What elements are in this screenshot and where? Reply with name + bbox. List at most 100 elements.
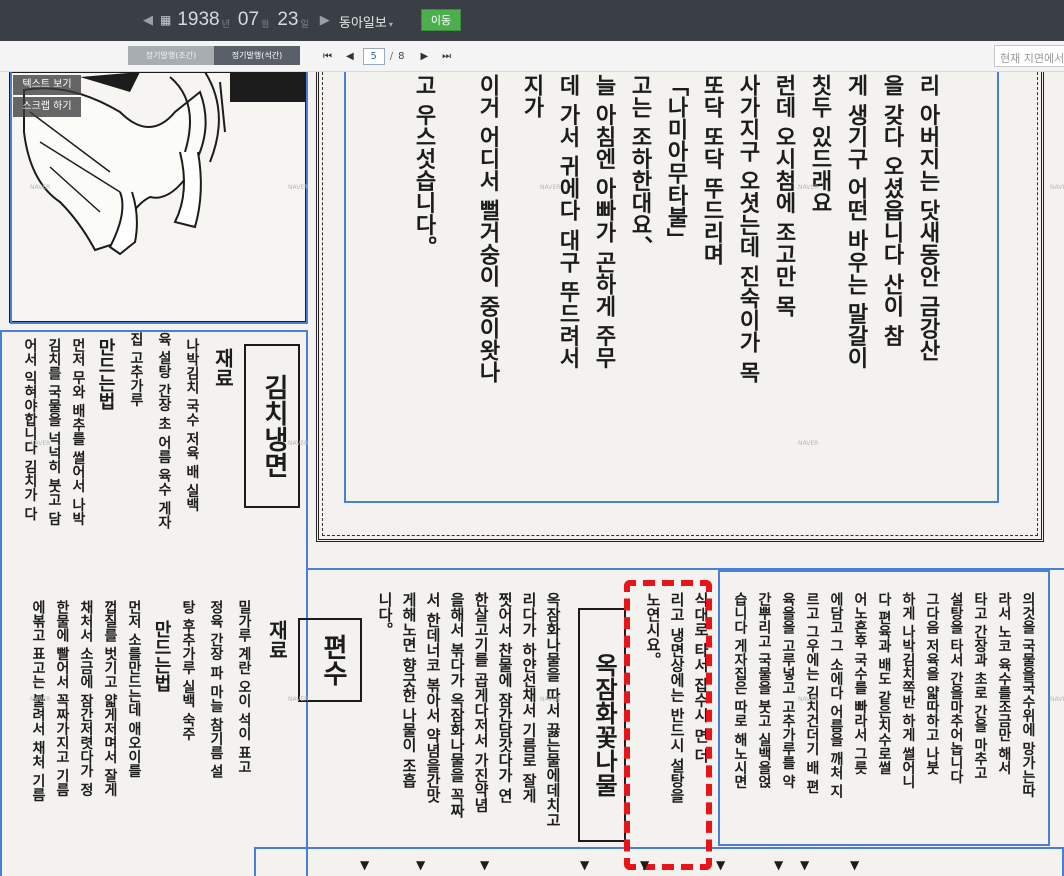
date-selector: ◀ ▦ 1938 년 07 월 23 일 ▶: [140, 6, 333, 34]
pyeonsu-article-column: 한물에 빨어서 꼭짜가지고 기름: [54, 600, 70, 797]
article-top-column: 늘 아침엔 아빠가 곤하게 주무: [591, 74, 617, 369]
triangle-marker-icon: ▼: [800, 858, 810, 872]
naver-watermark: NAVER: [1050, 184, 1064, 191]
naver-watermark: NAVER: [30, 440, 51, 447]
total-pages: 8: [398, 51, 405, 62]
naver-watermark: NAVER: [288, 440, 309, 447]
day-value[interactable]: 23: [277, 9, 298, 31]
okjam-article-column: 을해서 볶다가 옥잠화나물을 꼭짜: [448, 592, 466, 818]
month-value[interactable]: 07: [238, 9, 259, 31]
right-article-column: 의것을 국물을국수위에 망가는따: [1020, 592, 1036, 798]
okjam-article-column: 옥잠화나물을 따서 끓는물에데치고: [544, 592, 562, 828]
right-article-column: 설탕을 타서 간을마추어놉니다: [948, 592, 964, 784]
right-article-column: 육을을 고루넣고 고추가루를 약: [780, 592, 796, 789]
pyeonsu-article-column: 밀가루 계란 오이 석이 표고: [236, 600, 252, 774]
newspaper-select[interactable]: 동아일보 ▾: [339, 12, 393, 31]
article-top-column: 고는 조하한대요、: [627, 74, 653, 258]
right-article-column: 습니다 게자집은 따로 해노시면: [732, 592, 748, 789]
naver-watermark: NAVER: [540, 696, 561, 703]
okjam-article-column: 한살고기를 곱게다저서 가진약념: [472, 592, 490, 813]
naver-watermark: NAVER: [1050, 696, 1064, 703]
kimchi-article-title: 김치냉면: [244, 344, 300, 508]
right-article-column: 간뿌리고 국물을 붓고 실백을얹: [756, 592, 772, 789]
kimchi-method-heading: 만드는법: [95, 338, 116, 410]
day-unit: 일: [300, 19, 309, 30]
triangle-marker-icon: ▼: [360, 858, 370, 872]
tab-morning-edition[interactable]: 정기발행(조간): [128, 46, 214, 65]
naver-watermark: NAVER: [540, 184, 561, 191]
right-article-column: 그다음 저육을 얇따하고 나붓: [924, 592, 940, 775]
first-page-icon[interactable]: ⏮: [323, 51, 332, 62]
prev-date-icon[interactable]: ◀: [140, 13, 156, 28]
kimchi-article-column: 나박김치 국수 저육 배 실백: [184, 338, 200, 512]
search-highlight-region[interactable]: [624, 580, 712, 870]
naver-watermark: NAVER: [798, 440, 819, 447]
next-date-icon[interactable]: ▶: [317, 13, 333, 28]
month-unit: 월: [261, 19, 270, 30]
naver-watermark: NAVER: [798, 184, 819, 191]
kimchi-article-column: 먼저 무와 배추를 썰어서 나박: [70, 338, 86, 526]
pyeonsu-method-heading: 만드는법: [151, 620, 172, 692]
page-separator: /: [389, 51, 394, 62]
naver-watermark: NAVER: [30, 696, 51, 703]
okjam-article-title: 옥잠화꽃나물: [578, 608, 626, 842]
pyeonsu-article-column: 껍질를 벗기고 얇게저며서 잘게: [102, 600, 118, 797]
page-navigator: ⏮ ◀ 5 / 8 ▶ ⏭: [316, 47, 458, 66]
article-top-column: 고 우스섯습니다。: [411, 74, 437, 258]
right-article-column: 어노흔후 국수를 빠라서 그릇: [852, 592, 868, 775]
article-top-column: 을 갖다 오셨읍니다 산이 참: [879, 74, 905, 347]
right-article-column: 르고 그우에는 김치건더기 배 편: [804, 592, 820, 794]
kimchi-article-column: 집 고추가루: [128, 332, 144, 407]
article-top-column: 「나미아무타불」: [663, 74, 689, 250]
kimchi-article-column: 김치를 국물을 넉넉히 붓고 담: [46, 338, 62, 526]
article-top-column: 사가지구 오셧는데 진숙이가 목: [735, 74, 761, 383]
top-bar: ◀ ▦ 1938 년 07 월 23 일 ▶ 동아일보 ▾ 이동: [0, 0, 1064, 41]
year-value[interactable]: 1938: [177, 9, 219, 31]
pyeonsu-article-column: 채처서 소금에 잠간저렷다가 정: [78, 600, 94, 797]
right-article-column: 다 편육과 배도 같은치수로썰: [876, 592, 892, 775]
kimchi-article-column: 육 설탕 간장 초 어름 육수 게자: [156, 332, 172, 530]
year-unit: 년: [221, 19, 230, 30]
right-article-column: 타고 간장과 초로 간을 마추고: [972, 592, 988, 780]
okjam-article-column: 서 한데너코 볶아서 약념을간맛: [424, 592, 442, 803]
article-top-column: 리 아버지는 닷새동안 금강산: [915, 74, 941, 361]
prev-page-icon[interactable]: ◀: [346, 51, 354, 62]
pyeonsu-article-column: 탕 후추가루 실백 숙주: [180, 600, 196, 741]
pyeonsu-article-column: 정육 간장 파 마늘 참기름 설: [208, 600, 224, 779]
current-page-input[interactable]: 5: [362, 48, 385, 65]
kimchi-ingredients-heading: 재료: [211, 348, 235, 388]
kimchi-article-column: 어서 익혀야합니다 김치가 다: [22, 338, 38, 521]
right-article-column: 라서 노코 육수를조금만 해서: [996, 592, 1012, 775]
triangle-marker-icon: ▼: [580, 858, 590, 872]
last-page-icon[interactable]: ⏭: [442, 51, 451, 62]
pyeonsu-article-column: 먼저 소를만드는데 애오이를: [126, 600, 142, 778]
pyeonsu-article-column: 에볶고 표고는 불려서 채처 기름: [30, 600, 46, 802]
okjam-article-column: 게해노면 향긋한 나물이 조흡: [400, 592, 418, 788]
naver-watermark: NAVER: [288, 696, 309, 703]
triangle-marker-icon: ▼: [716, 858, 726, 872]
calendar-icon[interactable]: ▦: [160, 13, 171, 27]
triangle-marker-icon: ▼: [480, 858, 490, 872]
triangle-marker-icon: ▼: [640, 858, 650, 872]
article-top-column: 게 생기구 어떤 바우는 말갈이: [843, 74, 869, 369]
newspaper-name: 동아일보: [339, 16, 387, 31]
okjam-article-column: 니다。: [376, 592, 394, 637]
okjam-article-column: 리다가 하얀선채서 기름로 잘게: [520, 592, 538, 803]
go-button[interactable]: 이동: [421, 9, 461, 31]
newspaper-page-view: 텍스트 보기 스크랩 하기 리 아버지는 닷새동안 금강산 을 갖다 오셨읍니다…: [0, 72, 1064, 876]
next-page-icon[interactable]: ▶: [420, 51, 428, 62]
tab-evening-edition[interactable]: 정기발행(석간): [214, 46, 300, 65]
right-article-column: 에담고 그 소에다 어름을 깨처 지: [828, 592, 844, 799]
chevron-down-icon: ▾: [388, 20, 393, 29]
naver-watermark: NAVER: [30, 184, 51, 191]
triangle-marker-icon: ▼: [850, 858, 860, 872]
article-top-column: 데 가서 귀에다 대구 뚜드려서: [555, 74, 581, 369]
page-search-input[interactable]: 현재 지면에서: [994, 45, 1064, 67]
right-article-column: 하게 나박김치쪽반 하게 썰어니: [900, 592, 916, 789]
article-top-column: 런데 오시첨에 조고만 목: [771, 74, 797, 317]
naver-watermark: NAVER: [798, 696, 819, 703]
triangle-marker-icon: ▼: [774, 858, 784, 872]
article-region-illustration[interactable]: [10, 72, 308, 324]
article-top-column: 이거 어디서 뻘거숭이 중이왓나: [475, 74, 501, 383]
article-top-column: 지가: [519, 74, 545, 118]
